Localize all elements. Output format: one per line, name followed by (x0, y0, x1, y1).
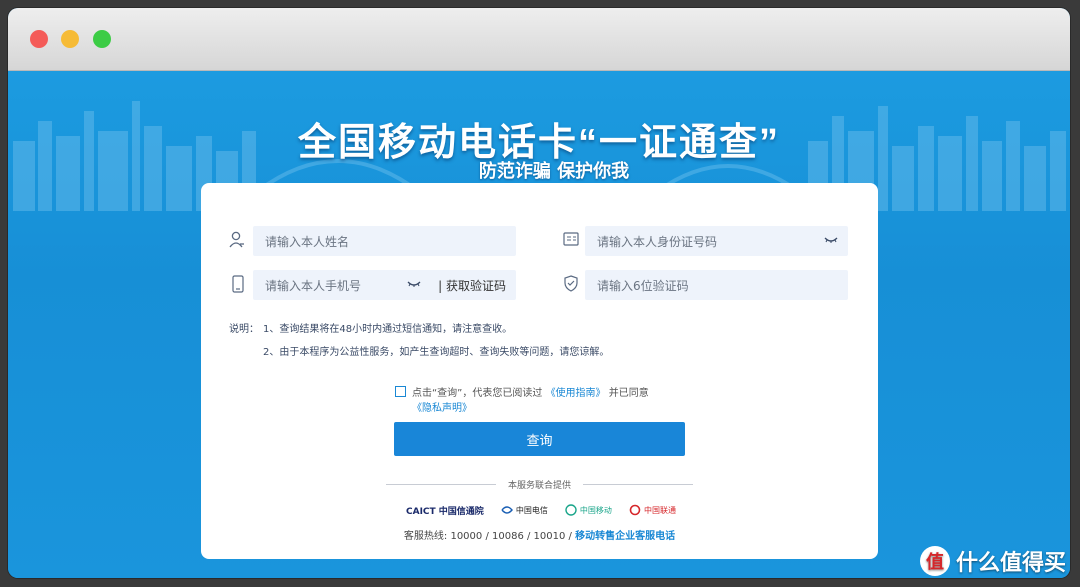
query-button[interactable]: 查询 (394, 422, 685, 456)
get-code-button[interactable]: | 获取验证码 (438, 277, 506, 294)
id-number-input[interactable]: 请输入本人身份证号码 (585, 226, 848, 256)
partner-logos: CAICT 中国信通院 中国电信 中国移动 中国联通 (406, 501, 676, 519)
verification-code-input[interactable]: 请输入6位验证码 (585, 270, 848, 300)
caict-logo: CAICT 中国信通院 (406, 506, 484, 517)
note-line-2: 2、由于本程序为公益性服务，如产生查询超时、查询失败等问题，请您谅解。 (263, 347, 610, 358)
usage-guide-link[interactable]: 《使用指南》 (546, 388, 606, 399)
china-unicom-logo: 中国联通 (629, 504, 676, 516)
eye-closed-icon[interactable] (407, 280, 421, 288)
id-number-input-placeholder: 请输入本人身份证号码 (597, 234, 718, 249)
name-input-placeholder: 请输入本人姓名 (265, 234, 350, 249)
privacy-statement-link[interactable]: 《隐私声明》 (412, 403, 472, 414)
query-form-card: 请输入本人姓名 请输入本人身份证号码 请输入本人手机号 | 获取验证码 请输入6… (201, 183, 878, 559)
customer-hotline: 客服热线: 10000 / 10086 / 10010 / 移动转售企业客服电话 (201, 527, 878, 542)
phone-input-placeholder: 请输入本人手机号 (265, 278, 362, 293)
shield-icon (564, 275, 578, 292)
page-subheadline: 防范诈骗 保护你我 (478, 161, 630, 182)
verification-code-placeholder: 请输入6位验证码 (597, 278, 689, 293)
id-card-icon (563, 232, 579, 246)
eye-closed-icon[interactable] (824, 236, 838, 244)
china-telecom-logo: 中国电信 (501, 505, 548, 516)
partners-title: 本服务联合提供 (507, 481, 571, 491)
watermark-badge-icon: 值 (919, 546, 950, 576)
phone-input[interactable]: 请输入本人手机号 | 获取验证码 (253, 270, 516, 300)
close-window-button[interactable] (30, 30, 48, 48)
title-bar (8, 8, 1070, 71)
hotline-numbers: 客服热线: 10000 / 10086 / 10010 / (403, 531, 572, 542)
maximize-window-button[interactable] (93, 30, 111, 48)
minimize-window-button[interactable] (61, 30, 79, 48)
notes-label: 说明： (229, 324, 259, 335)
smzdm-watermark: 值 什么值得买 (919, 545, 1066, 577)
user-icon (229, 231, 244, 248)
agreement-checkbox[interactable] (395, 386, 406, 397)
name-input[interactable]: 请输入本人姓名 (253, 226, 516, 256)
browser-window: 全国移动电话卡“一证通查” 防范诈骗 保护你我 请输入本人姓名 请输入本人身份证… (8, 8, 1070, 578)
china-mobile-logo: 中国移动 (565, 504, 612, 516)
hero-banner: 全国移动电话卡“一证通查” 防范诈骗 保护你我 请输入本人姓名 请输入本人身份证… (8, 71, 1070, 578)
agreement-prefix: 点击“查询”，代表您已阅读过 (412, 388, 543, 399)
agreement-middle: 并已同意 (608, 388, 649, 399)
note-line-1: 1、查询结果将在48小时内通过短信通知，请注意查收。 (263, 324, 513, 335)
phone-icon (232, 275, 244, 293)
watermark-text: 什么值得买 (955, 551, 1066, 576)
agreement-text: 点击“查询”，代表您已阅读过 《使用指南》 并已同意 《隐私声明》 (412, 384, 649, 414)
mvno-hotline-link[interactable]: 移动转售企业客服电话 (575, 531, 675, 542)
